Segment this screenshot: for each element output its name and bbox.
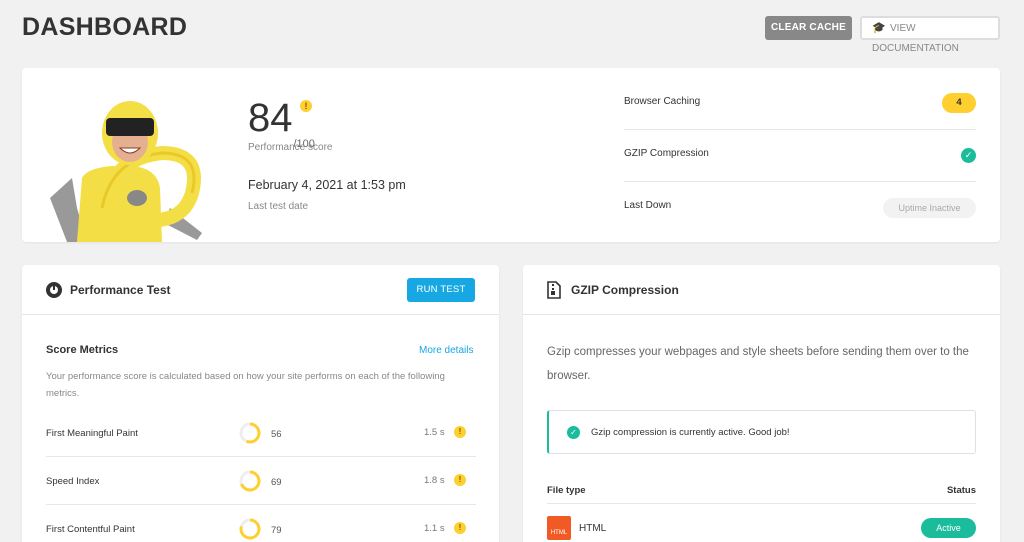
status-badge: Active xyxy=(921,518,976,538)
file-type-name: HTML xyxy=(579,523,607,534)
metric-score: 69 xyxy=(271,477,282,488)
metric-row: Speed Index 69 1.8 s ! xyxy=(46,457,476,505)
score-metrics-title: Score Metrics xyxy=(46,344,119,356)
performance-test-card: Performance Test RUN TEST Score Metrics … xyxy=(22,265,499,542)
metric-name: First Meaningful Paint xyxy=(46,428,138,439)
browser-caching-count-badge: 4 xyxy=(942,93,976,113)
clear-cache-button[interactable]: CLEAR CACHE xyxy=(765,16,852,40)
check-circle-icon: ✓ xyxy=(961,148,976,163)
browser-caching-label: Browser Caching xyxy=(624,96,701,107)
score-ring xyxy=(239,518,261,540)
metric-time: 1.1 s xyxy=(424,523,445,534)
warning-icon: ! xyxy=(300,100,312,112)
metric-time: 1.5 s xyxy=(424,427,445,438)
metric-row: First Meaningful Paint 56 1.5 s ! xyxy=(46,409,476,457)
last-test-date: February 4, 2021 at 1:53 pm xyxy=(248,178,406,192)
gzip-active-notice: ✓ Gzip compression is currently active. … xyxy=(547,410,976,454)
compress-file-icon xyxy=(547,281,561,299)
metric-score: 56 xyxy=(271,429,282,440)
gzip-compression-row[interactable]: GZIP Compression ✓ xyxy=(624,130,976,182)
gauge-icon xyxy=(46,282,62,298)
last-down-row: Last Down Uptime Inactive xyxy=(624,182,976,234)
performance-test-header: Performance Test RUN TEST xyxy=(22,265,499,315)
score-metrics-description: Your performance score is calculated bas… xyxy=(46,371,445,399)
metric-score: 79 xyxy=(271,525,282,536)
gzip-compression-label: GZIP Compression xyxy=(624,148,709,159)
performance-test-title: Performance Test xyxy=(70,283,171,297)
gzip-description: Gzip compresses your webpages and style … xyxy=(547,346,969,382)
warning-icon: ! xyxy=(454,474,466,486)
score-value: 84 xyxy=(248,96,293,140)
gzip-compression-title: GZIP Compression xyxy=(571,283,679,297)
column-header-file-type: File type xyxy=(547,485,586,496)
warning-icon: ! xyxy=(454,522,466,534)
metric-time: 1.8 s xyxy=(424,475,445,486)
score-ring xyxy=(239,422,261,444)
uptime-inactive-badge: Uptime Inactive xyxy=(883,198,976,218)
mascot-illustration xyxy=(42,98,232,242)
more-details-link[interactable]: More details xyxy=(419,345,473,356)
score-label: Performance score xyxy=(248,142,333,153)
score-ring xyxy=(239,470,261,492)
gzip-compression-card: GZIP Compression Gzip compresses your we… xyxy=(523,265,1000,542)
page-title: DASHBOARD xyxy=(22,13,188,41)
warning-icon: ! xyxy=(454,426,466,438)
metric-name: First Contentful Paint xyxy=(46,524,135,535)
run-test-button[interactable]: RUN TEST xyxy=(407,278,475,302)
metric-row: First Contentful Paint 79 1.1 s ! xyxy=(46,505,476,542)
performance-score: 84/100 ! xyxy=(248,96,315,150)
divider xyxy=(547,503,976,504)
graduation-cap-icon: 🎓 xyxy=(872,22,886,34)
notice-text: Gzip compression is currently active. Go… xyxy=(591,427,790,438)
browser-caching-row[interactable]: Browser Caching 4 xyxy=(624,78,976,130)
gzip-compression-header: GZIP Compression xyxy=(523,265,1000,315)
summary-card: 84/100 ! Performance score February 4, 2… xyxy=(22,68,1000,242)
html-file-icon: HTML xyxy=(547,516,571,540)
check-circle-icon: ✓ xyxy=(567,426,580,439)
view-documentation-button[interactable]: 🎓 VIEW DOCUMENTATION xyxy=(860,16,1000,54)
last-down-label: Last Down xyxy=(624,200,672,211)
last-test-date-label: Last test date xyxy=(248,201,309,212)
metric-name: Speed Index xyxy=(46,476,100,487)
column-header-status: Status xyxy=(946,485,976,496)
